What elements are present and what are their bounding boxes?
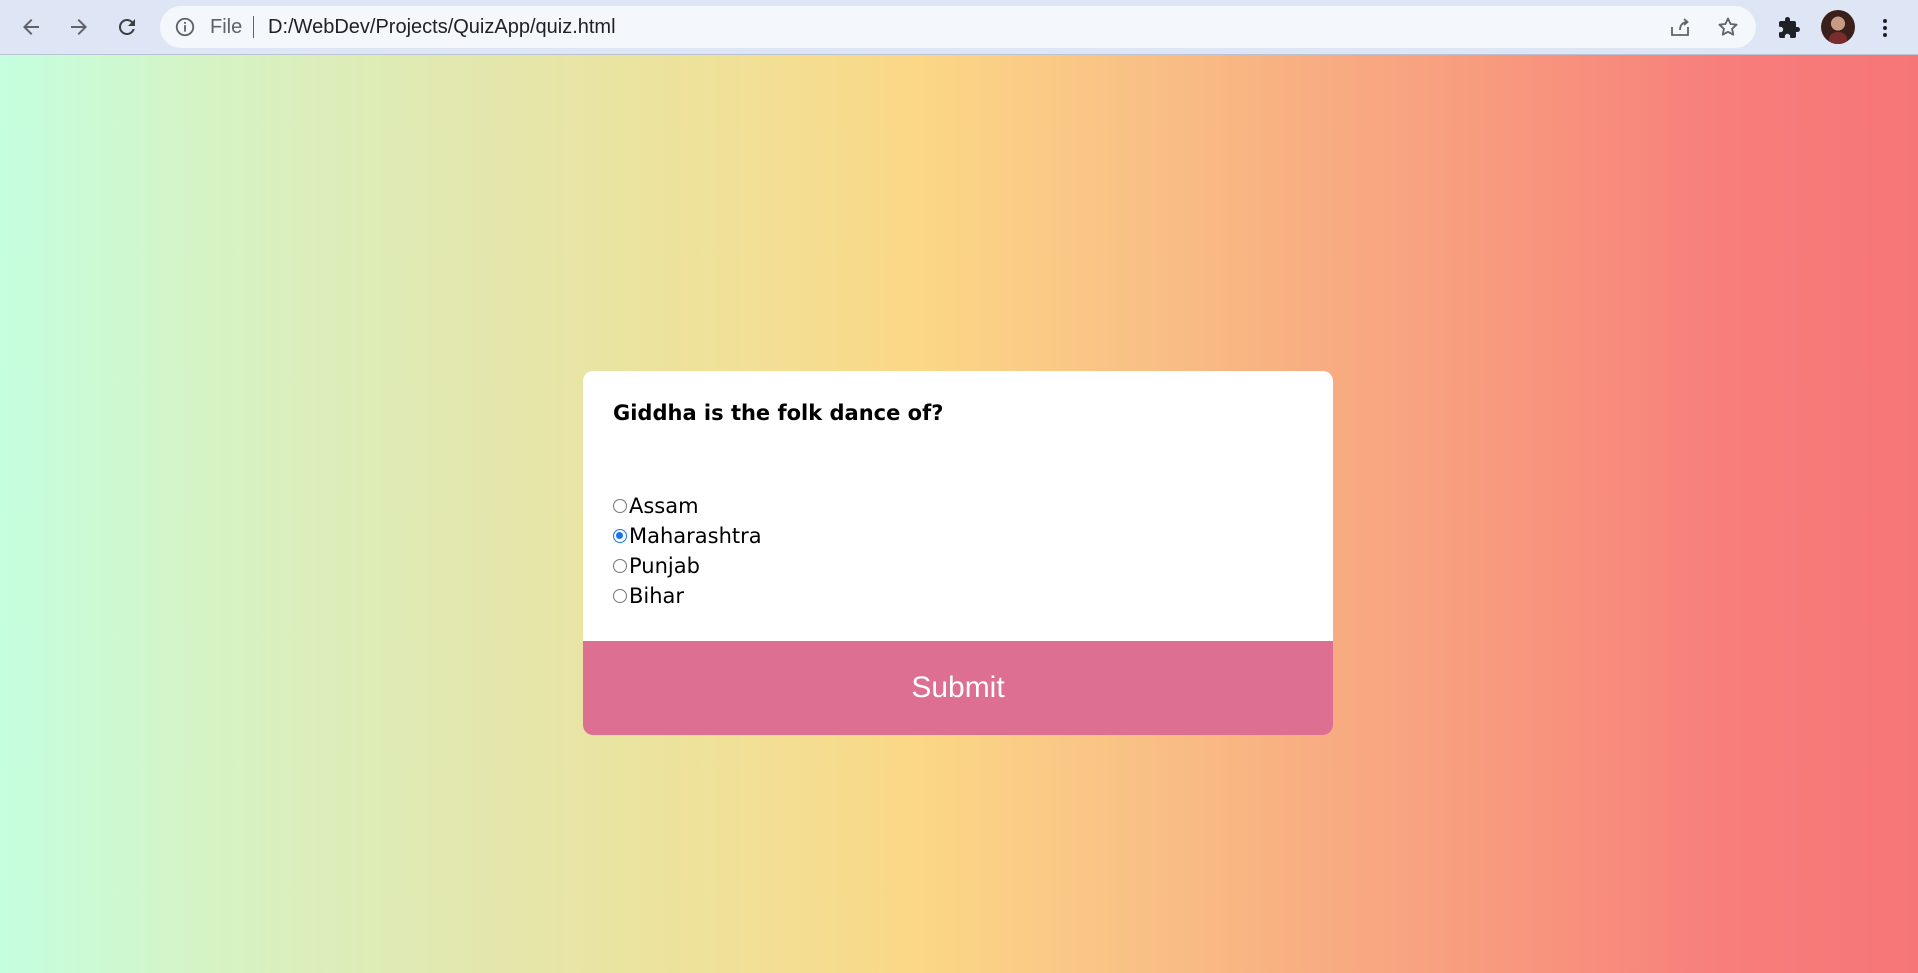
puzzle-icon[interactable]	[1772, 11, 1806, 45]
omnibox-divider	[253, 16, 254, 38]
kebab-menu-icon[interactable]	[1868, 11, 1902, 45]
option-label: Assam	[629, 494, 699, 518]
option-bihar[interactable]: Bihar	[613, 581, 762, 611]
url-text[interactable]: D:/WebDev/Projects/QuizApp/quiz.html	[268, 6, 616, 48]
option-assam[interactable]: Assam	[613, 491, 762, 521]
arrow-right-icon	[71, 19, 87, 35]
radio-assam[interactable]	[613, 499, 627, 513]
address-bar[interactable]: File D:/WebDev/Projects/QuizApp/quiz.htm…	[160, 6, 1756, 48]
forward-button[interactable]	[59, 8, 99, 46]
radio-maharashtra[interactable]	[613, 529, 627, 543]
option-label: Maharashtra	[629, 524, 762, 548]
star-icon[interactable]	[1716, 15, 1740, 39]
quiz-card: Giddha is the folk dance of? Assam Mahar…	[583, 371, 1333, 735]
reload-button[interactable]	[107, 8, 147, 46]
options-list: Assam Maharashtra Punjab Bihar	[613, 491, 762, 611]
question-text: Giddha is the folk dance of?	[613, 401, 944, 425]
option-punjab[interactable]: Punjab	[613, 551, 762, 581]
option-maharashtra[interactable]: Maharashtra	[613, 521, 762, 551]
option-label: Bihar	[629, 584, 685, 608]
reload-icon	[118, 18, 135, 35]
browser-toolbar: File D:/WebDev/Projects/QuizApp/quiz.htm…	[0, 0, 1918, 55]
radio-bihar[interactable]	[613, 589, 627, 603]
arrow-left-icon	[23, 19, 39, 35]
info-icon[interactable]	[174, 16, 196, 38]
option-label: Punjab	[629, 554, 700, 578]
radio-punjab[interactable]	[613, 559, 627, 573]
page-background: Giddha is the folk dance of? Assam Mahar…	[0, 55, 1918, 973]
share-icon[interactable]	[1668, 15, 1692, 39]
url-scheme-label: File	[210, 16, 243, 38]
avatar[interactable]	[1821, 10, 1855, 44]
submit-button[interactable]: Submit	[583, 641, 1333, 735]
back-button[interactable]	[11, 8, 51, 46]
